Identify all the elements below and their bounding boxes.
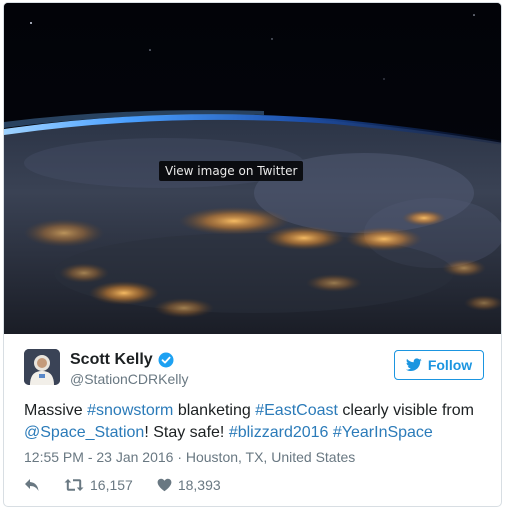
tweet-photo[interactable]: View image on Twitter <box>4 3 501 334</box>
reply-button[interactable] <box>24 478 40 492</box>
tweet-card: View image on Twitter Scott Kelly @Stati… <box>3 2 502 507</box>
retweet-icon <box>64 479 84 491</box>
tweet-text-plain: ! Stay safe! <box>144 424 229 441</box>
hashtag-link[interactable]: #YearInSpace <box>333 424 433 441</box>
tweet-timestamp[interactable]: 12:55 PM - 23 Jan 2016 · Houston, TX, Un… <box>24 449 355 465</box>
heart-icon <box>157 478 172 492</box>
tweet-header: Scott Kelly @StationCDRKelly Follow <box>24 349 484 389</box>
retweet-button[interactable]: 16,157 <box>64 477 133 493</box>
twitter-bird-icon <box>405 358 422 371</box>
follow-label: Follow <box>427 357 473 373</box>
author-name-row[interactable]: Scott Kelly <box>70 351 174 369</box>
tweet-text: Massive #snowstorm blanketing #EastCoast… <box>24 400 494 444</box>
author-handle[interactable]: @StationCDRKelly <box>70 371 188 387</box>
tweet-text-plain: clearly visible from <box>337 402 474 419</box>
follow-button[interactable]: Follow <box>394 350 484 380</box>
tweet-text-plain: Massive <box>24 402 88 419</box>
mention-link[interactable]: @Space_Station <box>24 424 144 441</box>
verified-badge-icon <box>158 352 174 368</box>
like-button[interactable]: 18,393 <box>157 477 221 493</box>
hashtag-link[interactable]: #EastCoast <box>255 402 338 419</box>
view-image-tooltip[interactable]: View image on Twitter <box>159 161 304 181</box>
hashtag-link[interactable]: #snowstorm <box>87 402 173 419</box>
reply-icon <box>25 479 39 491</box>
tweet-text-plain: blanketing <box>173 402 256 419</box>
like-count: 18,393 <box>177 477 221 493</box>
hashtag-link[interactable]: #blizzard2016 <box>229 424 329 441</box>
astronaut-avatar-icon <box>24 349 60 385</box>
tweet-actions: 16,157 18,393 <box>24 477 245 493</box>
author-name[interactable]: Scott Kelly <box>70 351 153 369</box>
retweet-count: 16,157 <box>90 477 133 493</box>
avatar[interactable] <box>24 349 60 385</box>
